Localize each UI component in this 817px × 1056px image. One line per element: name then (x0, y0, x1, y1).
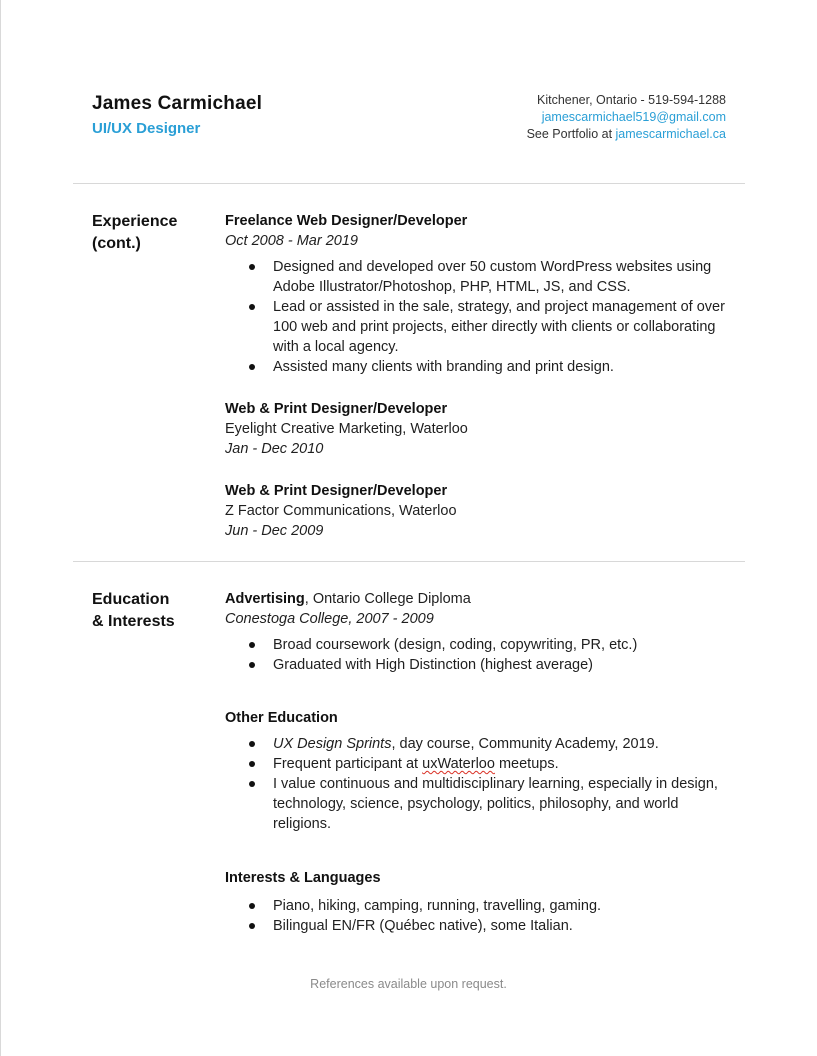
education-bullets: Broad coursework (design, coding, copywr… (225, 635, 735, 675)
experience-column: Freelance Web Designer/Developer Oct 200… (225, 211, 735, 563)
bullet-icon (249, 741, 255, 747)
interests-heading: Interests & Languages (225, 870, 381, 886)
experience-label: Experience (cont.) (92, 213, 178, 252)
interests-bullets: Piano, hiking, camping, running, travell… (225, 896, 735, 936)
bullet-icon (249, 781, 255, 787)
job-entry: Web & Print Designer/Developer Z Factor … (225, 481, 735, 541)
candidate-name: James Carmichael (92, 93, 263, 114)
list-item: Bilingual EN/FR (Québec native), some It… (249, 916, 735, 936)
list-item: UX Design Sprints, day course, Community… (249, 734, 735, 754)
job-title: Web & Print Designer/Developer (225, 401, 448, 417)
page-edge (0, 0, 1, 1056)
email-link[interactable]: jamescarmichael519@gmail.com (527, 109, 726, 126)
program-name: Advertising (225, 591, 305, 607)
list-item: Piano, hiking, camping, running, travell… (249, 896, 735, 916)
job-company: Eyelight Creative Marketing, Waterloo (225, 421, 468, 437)
spellcheck-marked-word: uxWaterloo (422, 756, 495, 772)
job-dates: Jan - Dec 2010 (225, 441, 324, 457)
bullet-icon (249, 903, 255, 909)
bullet-icon (249, 364, 255, 370)
program-line: Advertising, Ontario College Diploma (225, 589, 735, 609)
location-phone: Kitchener, Ontario - 519-594-1288 (536, 93, 726, 107)
divider-top (73, 183, 745, 184)
list-item: Designed and developed over 50 custom Wo… (249, 257, 735, 297)
job-dates: Jun - Dec 2009 (225, 523, 324, 539)
list-item: I value continuous and multidisciplinary… (249, 774, 735, 834)
school-line: Conestoga College, 2007 - 2009 (225, 611, 434, 627)
bullet-icon (249, 264, 255, 270)
bullet-icon (249, 761, 255, 767)
job-entry: Web & Print Designer/Developer Eyelight … (225, 399, 735, 459)
job-company: Z Factor Communications, Waterloo (225, 503, 457, 519)
job-entry: Freelance Web Designer/Developer Oct 200… (225, 211, 735, 377)
job-dates: Oct 2008 - Mar 2019 (225, 233, 358, 249)
contact-block: Kitchener, Ontario - 519-594-1288 jamesc… (527, 92, 726, 143)
other-education-bullets: UX Design Sprints, day course, Community… (225, 734, 735, 834)
list-item: Assisted many clients with branding and … (249, 357, 735, 377)
job-bullets: Designed and developed over 50 custom Wo… (225, 257, 735, 377)
list-item: Broad coursework (design, coding, copywr… (249, 635, 735, 655)
portfolio-link[interactable]: jamescarmichael.ca (616, 127, 726, 141)
bullet-icon (249, 304, 255, 310)
list-item: Lead or assisted in the sale, strategy, … (249, 297, 735, 357)
bullet-icon (249, 662, 255, 668)
bullet-icon (249, 923, 255, 929)
list-item: Frequent participant at uxWaterloo meetu… (249, 754, 735, 774)
education-label: Education & Interests (92, 591, 175, 630)
portfolio-line: See Portfolio at jamescarmichael.ca (527, 126, 726, 143)
other-education-heading: Other Education (225, 710, 338, 726)
job-title: Web & Print Designer/Developer (225, 483, 448, 499)
candidate-title: UI/UX Designer (92, 120, 201, 137)
job-title: Freelance Web Designer/Developer (225, 213, 468, 229)
bullet-icon (249, 642, 255, 648)
education-column: Advertising, Ontario College Diploma Con… (225, 589, 735, 936)
references-note: References available upon request. (310, 977, 507, 991)
program-credential: , Ontario College Diploma (304, 591, 471, 607)
divider-middle (73, 561, 745, 562)
portfolio-prefix: See Portfolio at (526, 127, 616, 141)
list-item: Graduated with High Distinction (highest… (249, 655, 735, 675)
